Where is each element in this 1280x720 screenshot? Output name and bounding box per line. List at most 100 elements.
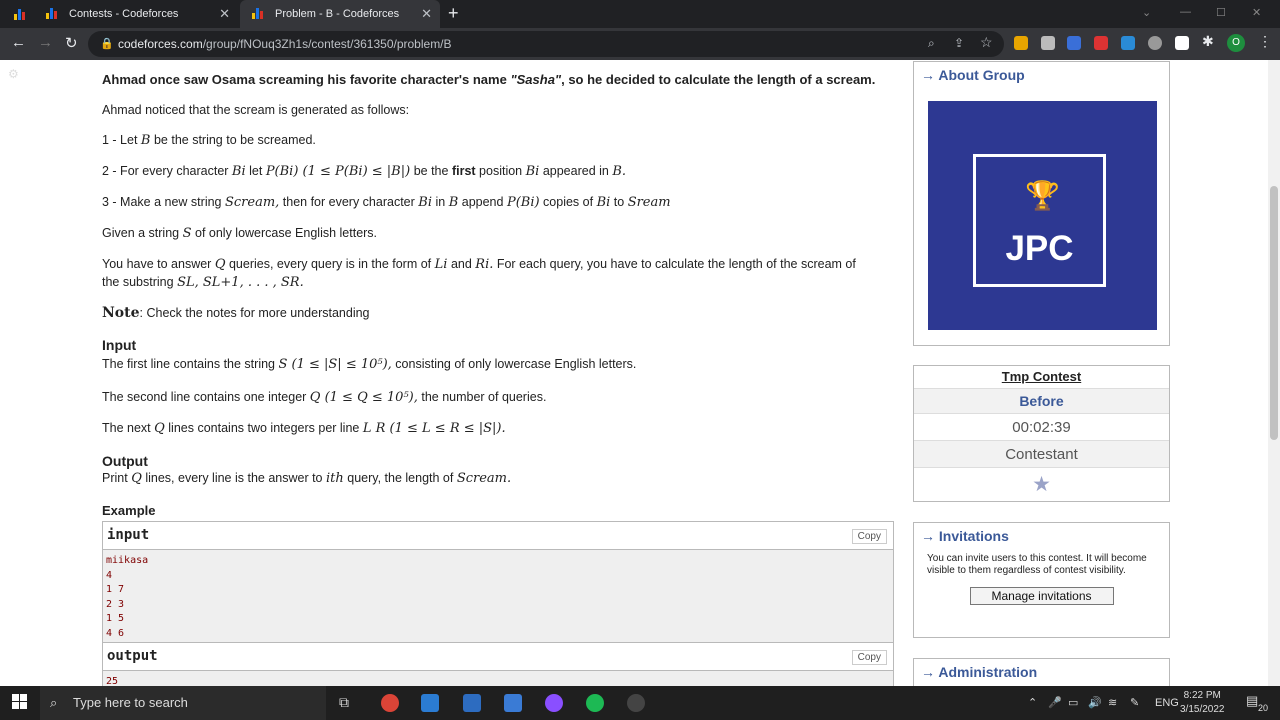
minimize-icon[interactable]: —	[1180, 6, 1191, 18]
browser-tab-strip: Contests - Codeforces ✕ Problem - B - Co…	[0, 0, 1280, 28]
clock[interactable]: 8:22 PM 3/15/2022	[1180, 689, 1225, 717]
tab-problem-b[interactable]: Problem - B - Codeforces ✕	[240, 0, 440, 28]
translate-icon[interactable]	[1067, 36, 1081, 50]
sample-line: miikasa	[106, 555, 149, 566]
spotify-icon[interactable]	[586, 694, 604, 712]
example-output: output Copy 25	[102, 642, 894, 686]
group-logo[interactable]: 🏆 JPC	[928, 101, 1157, 330]
input-line-1: The first line contains the string S (1 …	[102, 357, 637, 372]
battery-icon[interactable]: ▭	[1068, 696, 1078, 709]
sample-line: 25	[106, 676, 119, 686]
wifi-icon[interactable]: ≋	[1108, 696, 1117, 709]
close-window-icon[interactable]: ✕	[1252, 6, 1261, 19]
example-input-header: input Copy	[103, 522, 893, 550]
address-bar[interactable]: 🔒 codeforces.com/group/fNOuq3Zh1s/contes…	[88, 31, 1004, 57]
close-icon[interactable]: ✕	[421, 0, 432, 28]
forward-icon[interactable]: →	[38, 34, 53, 51]
contest-phase: Before	[914, 389, 1169, 414]
todo-icon[interactable]	[504, 694, 522, 712]
page-viewport: ⚙ Ahmad once saw Osama screaming his fav…	[0, 60, 1280, 686]
lock-icon: 🔒	[100, 38, 114, 50]
queries-paragraph: You have to answer Q queries, every quer…	[102, 257, 856, 272]
chevron-down-icon[interactable]: ⌄	[1142, 6, 1151, 19]
calendar-icon[interactable]	[1121, 36, 1135, 50]
sample-line: 2 3	[106, 598, 125, 610]
new-tab-icon[interactable]: +	[448, 3, 459, 24]
extension-icon[interactable]	[1175, 36, 1189, 50]
star-icon[interactable]: ☆	[980, 34, 993, 51]
contest-box: Tmp Contest Before 00:02:39 Contestant ★	[913, 365, 1170, 502]
logo-frame: 🏆 JPC	[973, 154, 1106, 287]
discord-icon[interactable]	[545, 694, 563, 712]
share-icon[interactable]: ⇪	[954, 36, 964, 50]
pen-icon[interactable]: ✎	[1130, 696, 1139, 709]
input-heading: Input	[102, 337, 137, 353]
microphone-icon[interactable]: 🎤	[1048, 696, 1062, 709]
puzzle-icon[interactable]: ✱	[1202, 33, 1214, 50]
scrollbar-thumb[interactable]	[1270, 186, 1278, 440]
star-icon[interactable]: ★	[914, 468, 1169, 501]
output-label: output	[107, 648, 158, 664]
avatar[interactable]: O	[1227, 34, 1245, 52]
output-sample[interactable]: 25	[103, 671, 893, 686]
maximize-icon[interactable]: ☐	[1216, 6, 1226, 19]
extension-icon[interactable]	[1148, 36, 1162, 50]
contest-name[interactable]: Tmp Contest	[914, 366, 1169, 389]
chevron-up-icon[interactable]: ⌃	[1028, 696, 1037, 709]
url-text[interactable]: codeforces.com/group/fNOuq3Zh1s/contest/…	[118, 31, 452, 57]
note: Note: Check the notes for more understan…	[102, 305, 370, 321]
volume-icon[interactable]: 🔊	[1088, 696, 1102, 709]
obs-icon[interactable]	[627, 694, 645, 712]
extension-icon[interactable]	[1014, 36, 1028, 50]
statement-intro: Ahmad once saw Osama screaming his favor…	[102, 72, 876, 87]
countdown-timer: 00:02:39	[914, 414, 1169, 441]
step-1: 1 - Let B be the string to be screamed.	[102, 133, 316, 148]
taskbar-search[interactable]: ⌕ Type here to search	[40, 686, 326, 720]
participant-role: Contestant	[914, 441, 1169, 468]
tab-contests[interactable]: Contests - Codeforces ✕	[34, 0, 238, 28]
notification-icon[interactable]: ▤	[1246, 693, 1258, 709]
output-heading: Output	[102, 453, 148, 469]
logo-text: JPC	[1005, 229, 1074, 268]
input-sample[interactable]: miikasa 4 1 7 2 3 1 5 4 6	[103, 550, 893, 645]
trophy-icon: 🏆	[1025, 180, 1060, 211]
search-placeholder: Type here to search	[73, 695, 188, 710]
windows-start-icon[interactable]	[12, 694, 28, 710]
close-icon[interactable]: ✕	[219, 0, 230, 28]
invitations-box: → Invitations You can invite users to th…	[913, 522, 1170, 638]
manage-invitations-button[interactable]: Manage invitations	[969, 587, 1114, 605]
back-icon[interactable]: ←	[11, 34, 26, 51]
invitations-caption: → Invitations	[921, 528, 1009, 544]
step-2: 2 - For every character Bi let P(Bi) (1 …	[102, 164, 627, 179]
extension-icon[interactable]	[1041, 36, 1055, 50]
example-input: input Copy miikasa 4 1 7 2 3 1 5 4 6	[102, 521, 894, 646]
given-string: Given a string S of only lowercase Engli…	[102, 226, 378, 241]
settings-icon: ⚙	[8, 67, 19, 81]
sample-line: 1 5	[106, 613, 125, 624]
menu-icon[interactable]: ⋮	[1258, 33, 1272, 50]
about-group-box: → About Group 🏆 JPC	[913, 61, 1170, 346]
tab-title: Problem - B - Codeforces	[275, 8, 400, 20]
tab-search-icon[interactable]	[14, 8, 28, 20]
example-output-header: output Copy	[103, 643, 893, 671]
sample-line: 4	[106, 569, 113, 581]
powershell-icon[interactable]	[463, 694, 481, 712]
task-view-icon[interactable]: ⧉	[339, 694, 349, 711]
about-group-caption[interactable]: → About Group	[914, 62, 1169, 88]
sample-line: 1 7	[106, 584, 125, 595]
chrome-icon[interactable]	[381, 694, 399, 712]
step-3: 3 - Make a new string Scream, then for e…	[102, 195, 671, 210]
extension-icon[interactable]	[1094, 36, 1108, 50]
copy-button[interactable]: Copy	[851, 529, 887, 544]
language-indicator[interactable]: ENG	[1155, 697, 1179, 709]
copy-button[interactable]: Copy	[851, 650, 887, 665]
input-line-2: The second line contains one integer Q (…	[102, 390, 547, 405]
page-scrollbar[interactable]	[1268, 60, 1280, 686]
administration-caption[interactable]: → Administration	[914, 659, 1169, 685]
clock-date: 3/15/2022	[1180, 704, 1225, 715]
zoom-icon[interactable]: ⌕	[928, 36, 935, 51]
vscode-icon[interactable]	[421, 694, 439, 712]
reload-icon[interactable]: ↻	[65, 34, 78, 52]
codeforces-icon	[46, 8, 58, 19]
codeforces-icon	[252, 8, 264, 19]
